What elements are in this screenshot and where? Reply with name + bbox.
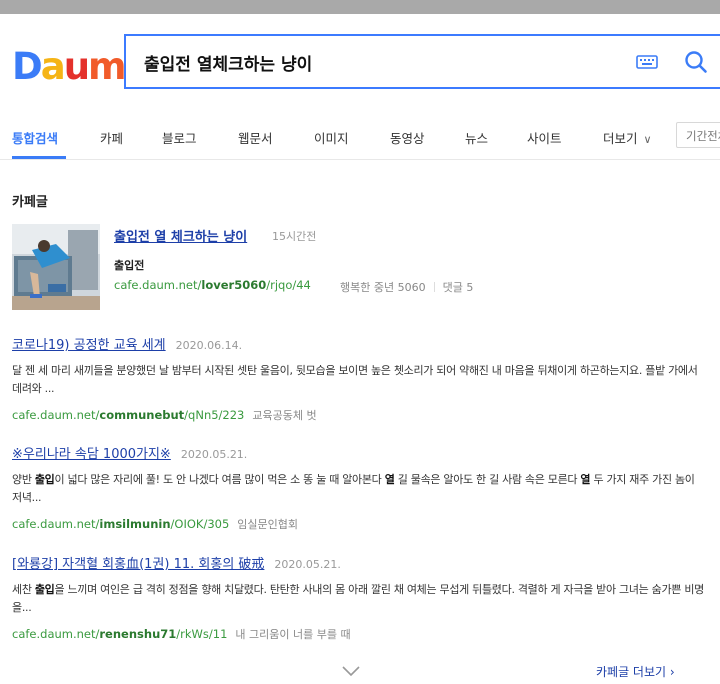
snippet-keyword: 출입 [34, 583, 55, 596]
result-date: 2020.06.14. [175, 339, 243, 352]
url-suffix: /rjqo/44 [266, 278, 311, 292]
logo-letter: a [40, 45, 66, 88]
result-url[interactable]: cafe.daum.net/renenshu71/rkWs/11 [12, 627, 227, 641]
url-cafe-id: imsilmunin [99, 517, 171, 531]
tab-cafe[interactable]: 카페 [100, 128, 123, 147]
url-suffix: /OIOK/305 [170, 517, 230, 531]
header: D a u m [0, 14, 720, 110]
url-prefix: cafe.daum.net/ [12, 408, 100, 422]
tab-more-label: 더보기 [603, 131, 638, 146]
result-title-link[interactable]: ※우리나라 속담 1000가지※ [12, 447, 171, 462]
url-cafe-id: lover5060 [201, 278, 267, 292]
snippet-text: 세찬 [12, 583, 35, 596]
tab-blog[interactable]: 블로그 [162, 128, 197, 147]
snippet-text: 을 느끼며 여인은 급 격히 정점을 향해 치달렸다. 탄탄한 사내의 몸 아래… [12, 583, 704, 614]
chevron-down-icon[interactable] [340, 664, 362, 678]
logo-letter: m [88, 45, 127, 88]
tab-news[interactable]: 뉴스 [465, 128, 488, 147]
snippet-text: 이 넓다 많은 자리에 풀! 도 안 나겠다 여름 많이 먹은 소 똥 눌 때 … [54, 473, 385, 486]
result-title-link[interactable]: [와룡강] 자객혈 회홍血(1권) 11. 회홍의 破戒 [12, 557, 264, 572]
featured-snippet: 출입전 [114, 259, 145, 272]
logo-letter: D [12, 45, 43, 88]
featured-result: 출입전 열 체크하는 냥이 15시간전 출입전 cafe.daum.net/lo… [12, 224, 712, 312]
search-tabs: 통합검색 카페 블로그 웹문서 이미지 동영상 뉴스 사이트 더보기 ∨ 기간전체 [0, 110, 720, 160]
period-filter-button[interactable]: 기간전체 [676, 122, 720, 148]
search-box [124, 34, 720, 89]
search-icon[interactable] [682, 48, 710, 76]
result-date: 2020.05.21. [180, 448, 248, 461]
list-item: ※우리나라 속담 1000가지※ 2020.05.21. 양반 출입이 넓다 많은… [12, 443, 704, 532]
tab-web[interactable]: 웹문서 [238, 128, 273, 147]
browser-top-bar [0, 0, 720, 14]
featured-title-link[interactable]: 출입전 열 체크하는 냥이 [114, 226, 247, 245]
snippet-text: 길 물속은 알아도 한 길 사람 속은 모른다 [394, 473, 581, 486]
result-date: 2020.05.21. [274, 558, 341, 571]
result-snippet: 달 젠 세 마리 새끼들을 분양했던 날 밤부터 시작된 셋탄 울음이, 뒷모습… [12, 364, 698, 395]
cafe-name[interactable]: 행복한 중년 5060 [340, 281, 426, 294]
section-title: 카페글 [12, 195, 48, 210]
active-tab-underline [12, 156, 66, 159]
snippet-keyword: 출입 [34, 473, 55, 486]
tab-image[interactable]: 이미지 [314, 128, 349, 147]
cafe-more-link[interactable]: 카페글 더보기 › [596, 663, 675, 680]
comment-count: 댓글 5 [442, 281, 474, 294]
cafe-name[interactable]: 내 그리움이 너를 부를 때 [235, 628, 350, 641]
result-snippet: 세찬 출입을 느끼며 여인은 급 격히 정점을 향해 치달렸다. 탄탄한 사내의… [12, 581, 704, 617]
url-prefix: cafe.daum.net/ [114, 278, 202, 292]
cafe-name[interactable]: 임실문인협회 [237, 518, 298, 531]
result-url[interactable]: cafe.daum.net/communebut/qNn5/223 [12, 408, 244, 422]
result-snippet: 양반 출입이 넓다 많은 자리에 풀! 도 안 나겠다 여름 많이 먹은 소 똥… [12, 471, 704, 507]
url-prefix: cafe.daum.net/ [12, 627, 100, 641]
divider [433, 282, 435, 292]
snippet-text: 양반 [12, 473, 35, 486]
list-item: [와룡강] 자객혈 회홍血(1권) 11. 회홍의 破戒 2020.05.21. … [12, 553, 704, 642]
daum-logo[interactable]: D a u m [12, 45, 127, 88]
url-suffix: /qNn5/223 [184, 408, 245, 422]
snippet-keyword: 열 [580, 473, 591, 486]
search-input[interactable] [144, 49, 614, 75]
result-url[interactable]: cafe.daum.net/imsilmunin/OIOK/305 [12, 517, 229, 531]
tab-video[interactable]: 동영상 [390, 128, 425, 147]
url-cafe-id: communebut [99, 408, 185, 422]
featured-url[interactable]: cafe.daum.net/lover5060/rjqo/44 [114, 278, 311, 292]
logo-letter: u [63, 45, 90, 88]
tab-site[interactable]: 사이트 [527, 128, 562, 147]
cafe-name[interactable]: 교육공동체 벗 [252, 409, 316, 422]
tab-all[interactable]: 통합검색 [12, 128, 58, 147]
chevron-down-icon: ∨ [643, 133, 652, 146]
list-item: 코로나19) 공정한 교육 세계 2020.06.14. 달 젠 세 마리 새끼들… [12, 334, 704, 423]
thumbnail-image[interactable] [12, 224, 100, 310]
result-title-link[interactable]: 코로나19) 공정한 교육 세계 [12, 338, 166, 353]
snippet-keyword: 열 [384, 473, 395, 486]
thumbnail-photo [12, 224, 100, 310]
featured-time: 15시간전 [272, 230, 317, 243]
url-prefix: cafe.daum.net/ [12, 517, 100, 531]
url-suffix: /rkWs/11 [176, 627, 228, 641]
tab-more[interactable]: 더보기 ∨ [603, 128, 652, 147]
featured-meta: 행복한 중년 5060 댓글 5 [340, 279, 473, 295]
keyboard-icon[interactable] [636, 54, 658, 70]
url-cafe-id: renenshu71 [99, 627, 177, 641]
